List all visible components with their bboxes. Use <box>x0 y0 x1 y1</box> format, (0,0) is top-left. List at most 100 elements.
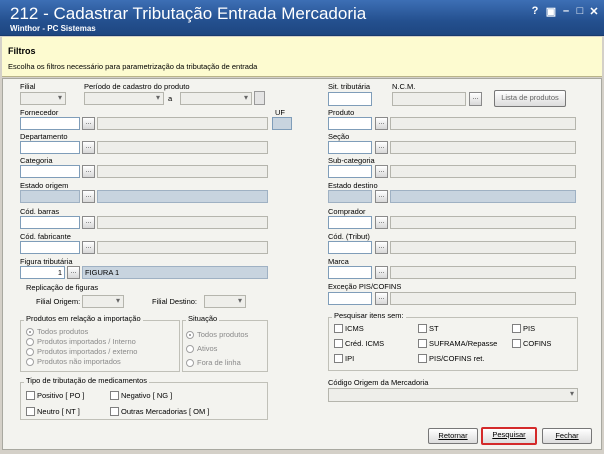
periodo-start-select[interactable] <box>84 92 164 105</box>
estado-destino-label: Estado destino <box>328 181 378 190</box>
situacao-radio-todos[interactable] <box>186 331 194 339</box>
maximize-icon[interactable]: □ <box>573 5 587 17</box>
excecao-label: Exceção PIS/COFINS <box>328 282 402 291</box>
cod-barras-search-button[interactable]: ... <box>82 216 95 229</box>
estado-destino-search-button[interactable]: ... <box>375 190 388 203</box>
situacao-radio-ativos[interactable] <box>186 345 194 353</box>
secao-code-input[interactable] <box>328 141 372 154</box>
outras-mercadorias-checkbox[interactable] <box>110 407 119 416</box>
close-icon[interactable]: ✕ <box>587 5 601 18</box>
secao-name-input <box>390 141 576 154</box>
neutro-checkbox[interactable] <box>26 407 35 416</box>
subcategoria-search-button[interactable]: ... <box>375 165 388 178</box>
filial-destino-select[interactable] <box>204 295 246 308</box>
marca-label: Marca <box>328 257 349 266</box>
categoria-code-input[interactable] <box>20 165 80 178</box>
fechar-button-label: Fechar <box>555 431 579 440</box>
produto-name-input <box>390 117 576 130</box>
suframa-label: SUFRAMA/Repasse <box>429 339 498 348</box>
filial-select[interactable] <box>20 92 66 105</box>
figura-code-input[interactable]: 1 <box>20 266 65 279</box>
situacao-option-todos: Todos produtos <box>197 330 249 339</box>
secao-search-button[interactable]: ... <box>375 141 388 154</box>
marca-search-button[interactable]: ... <box>375 266 388 279</box>
st-label: ST <box>429 324 439 333</box>
excecao-search-button[interactable]: ... <box>375 292 388 305</box>
periodo-end-select[interactable] <box>180 92 252 105</box>
suframa-checkbox[interactable] <box>418 339 427 348</box>
ncm-label: N.C.M. <box>392 82 416 91</box>
filial-label: Filial <box>20 82 36 91</box>
cod-barras-code-input[interactable] <box>20 216 80 229</box>
produto-search-button[interactable]: ... <box>375 117 388 130</box>
importacao-radio-externo[interactable] <box>26 348 34 356</box>
fornecedor-search-button[interactable]: ... <box>82 117 95 130</box>
cod-tribut-label: Cód. (Tribut) <box>328 232 370 241</box>
fornecedor-code-input[interactable] <box>20 117 80 130</box>
departamento-name-input <box>97 141 268 154</box>
filial-origem-select[interactable] <box>82 295 124 308</box>
departamento-code-input[interactable] <box>20 141 80 154</box>
cod-barras-label: Cód. barras <box>20 207 60 216</box>
cod-tribut-name-input <box>390 241 576 254</box>
window-title: 212 - Cadastrar Tributação Entrada Merca… <box>10 4 367 23</box>
situacao-radio-fora-linha[interactable] <box>186 359 194 367</box>
cod-tribut-code-input[interactable] <box>328 241 372 254</box>
pis-cofins-ret-checkbox[interactable] <box>418 354 427 363</box>
icms-label: ICMS <box>345 324 364 333</box>
sit-tributaria-input[interactable] <box>328 92 372 106</box>
cod-fabricante-search-button[interactable]: ... <box>82 241 95 254</box>
situacao-option-fora-linha: Fora de linha <box>197 358 241 367</box>
filial-origem-label: Filial Origem: <box>36 297 81 306</box>
pis-label: PIS <box>523 324 536 333</box>
pis-checkbox[interactable] <box>512 324 521 333</box>
categoria-name-input <box>97 165 268 178</box>
excecao-name-input <box>390 292 576 305</box>
fechar-button[interactable]: Fechar <box>542 428 592 444</box>
restore-panel-icon[interactable]: ▣ <box>544 5 558 18</box>
importacao-radio-nao-importados[interactable] <box>26 358 34 366</box>
estado-origem-search-button[interactable]: ... <box>82 190 95 203</box>
icms-checkbox[interactable] <box>334 324 343 333</box>
retornar-button-label: Retornar <box>438 431 468 440</box>
ncm-input <box>392 92 466 106</box>
ncm-search-button[interactable]: ... <box>469 92 482 106</box>
estado-origem-code-input[interactable] <box>20 190 80 203</box>
cred-icms-checkbox[interactable] <box>334 339 343 348</box>
pesquisar-button[interactable]: Pesquisar <box>481 427 537 445</box>
produto-code-input[interactable] <box>328 117 372 130</box>
cofins-checkbox[interactable] <box>512 339 521 348</box>
st-checkbox[interactable] <box>418 324 427 333</box>
estado-destino-name-input <box>390 190 576 203</box>
estado-origem-name-input <box>97 190 268 203</box>
pesquisar-itens-title: Pesquisar itens sem: <box>332 311 406 320</box>
importacao-radio-interno[interactable] <box>26 338 34 346</box>
categoria-search-button[interactable]: ... <box>82 165 95 178</box>
cod-barras-name-input <box>97 216 268 229</box>
help-icon[interactable]: ? <box>528 5 542 17</box>
ipi-checkbox[interactable] <box>334 354 343 363</box>
lista-produtos-button[interactable]: Lista de produtos <box>494 90 566 107</box>
codigo-origem-select[interactable] <box>328 388 578 402</box>
medicamentos-title: Tipo de tributação de medicamentos <box>24 376 150 385</box>
excecao-code-input[interactable] <box>328 292 372 305</box>
departamento-search-button[interactable]: ... <box>82 141 95 154</box>
negativo-label: Negativo [ NG ] <box>121 391 173 400</box>
categoria-label: Categoria <box>20 156 53 165</box>
estado-destino-code-input[interactable] <box>328 190 372 203</box>
cod-fabricante-code-input[interactable] <box>20 241 80 254</box>
comprador-search-button[interactable]: ... <box>375 216 388 229</box>
figura-search-button[interactable]: ... <box>67 266 80 279</box>
minimize-icon[interactable]: – <box>559 5 573 17</box>
marca-code-input[interactable] <box>328 266 372 279</box>
importacao-radio-todos[interactable] <box>26 328 34 336</box>
negativo-checkbox[interactable] <box>110 391 119 400</box>
subcategoria-code-input[interactable] <box>328 165 372 178</box>
positivo-checkbox[interactable] <box>26 391 35 400</box>
cod-tribut-search-button[interactable]: ... <box>375 241 388 254</box>
retornar-button[interactable]: Retornar <box>428 428 478 444</box>
calendar-icon[interactable] <box>254 91 265 105</box>
comprador-code-input[interactable] <box>328 216 372 229</box>
filters-header: Filtros Escolha os filtros necessário pa… <box>2 37 602 77</box>
cod-fabricante-name-input <box>97 241 268 254</box>
